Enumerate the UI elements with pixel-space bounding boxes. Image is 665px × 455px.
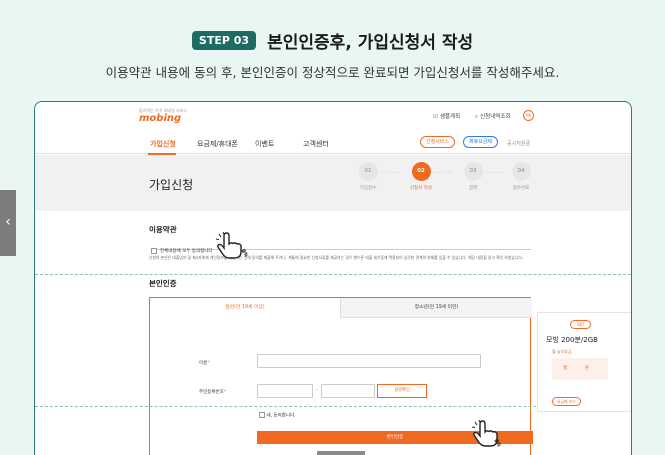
top-link-sample[interactable]: ☑ 샘플계획 [433,112,460,120]
plan-summary-card: SKT 모빙 200분/2GB 월 납부요금 월 원 요금제 보기 [537,312,631,412]
consent-checkbox[interactable] [259,412,265,418]
pill-service[interactable]: 신청서비스 [420,136,456,148]
main-nav: 가입신청 요금제/휴대폰 이벤트 고객센터 신청서비스 제휴요금제 공시지원금 [35,132,631,155]
checkbox-icon: ☑ [433,114,438,120]
rrn-back-input[interactable] [321,384,375,398]
chat-icon[interactable]: 채팅 [523,110,534,121]
nav-item-signup[interactable]: 가입신청 [150,139,176,149]
step-header: STEP 03 본인인증후, 가입신청서 작성 [0,28,665,53]
step-title: 본인인증후, 가입신청서 작성 [267,33,474,53]
site-logo[interactable]: mobing [139,113,181,124]
prev-slide-button[interactable]: ‹ [0,190,16,256]
tab-youth[interactable]: 청소년(만 19세 미만) [340,298,532,318]
nav-item-plans[interactable]: 요금제/휴대폰 [197,139,238,149]
name-input[interactable] [257,354,481,368]
progress-step-4: 04 접수완료 [501,162,541,191]
agree-all-row[interactable]: 전체내용에 모두 동의합니다 [151,240,531,254]
rrn-label: 주민등록번호* [199,390,227,395]
agree-all-checkbox[interactable] [151,247,157,254]
step-description: 이용약관 내용에 동의 후, 본인인증이 정상적으로 완료되면 가입신청서를 작… [105,65,560,80]
rrn-dash: - [316,386,319,393]
step-separator: ······· [433,170,454,177]
consent-row[interactable]: 네, 동의합니다. [259,412,296,419]
step-separator: ······· [380,170,401,177]
name-label: 이름* [199,361,210,366]
plan-more-button[interactable]: 요금제 보기 [552,397,581,406]
nav-subsidy[interactable]: 공시지원금 [507,140,530,147]
plan-fee-label: 월 납부요금 [552,349,572,354]
plan-price: 월 원 [552,358,608,380]
carrier-badge: SKT [570,320,592,329]
scroll-indicator[interactable] [317,451,365,455]
page-hero: 가입신청 01 가입접수 ······· 02 신청서 작성 ······· 03 결… [35,155,631,211]
nav-item-support[interactable]: 고객센터 [303,139,329,149]
terms-text: 신청의 본인은 대출업자 및 제3자에게 개인정보를 제공하는 것에 동의를 제… [149,255,524,260]
search-icon: ⌕ [475,114,479,120]
top-link-history[interactable]: ⌕ 신청내역조회 [475,112,510,121]
hand-pointer-icon [215,232,242,259]
site-topbar: 합리적인 가격 모바일 서비스 mobing ☑ 샘플계획 ⌕ 신청내역조회 채팅 [35,102,631,132]
tab-adult[interactable]: 일반(만 19세 이상) [150,298,340,318]
rrn-front-input[interactable] [257,384,313,398]
step-badge: STEP 03 [191,31,257,50]
browser-frame: 합리적인 가격 모바일 서비스 mobing ☑ 샘플계획 ⌕ 신청내역조회 채팅 … [34,101,632,455]
verify-name-button[interactable]: 실명확인 [377,384,427,398]
nav-item-events[interactable]: 이벤트 [255,139,274,149]
terms-title: 이용약관 [149,225,177,234]
page-title: 가입신청 [149,178,194,192]
chevron-left-icon: ‹ [5,214,11,230]
pill-partner-plan[interactable]: 제휴요금제 [463,136,499,148]
auth-title: 본인인증 [149,279,177,288]
crop-divider [35,274,631,275]
plan-name: 모빙 200분/2GB [546,336,598,344]
